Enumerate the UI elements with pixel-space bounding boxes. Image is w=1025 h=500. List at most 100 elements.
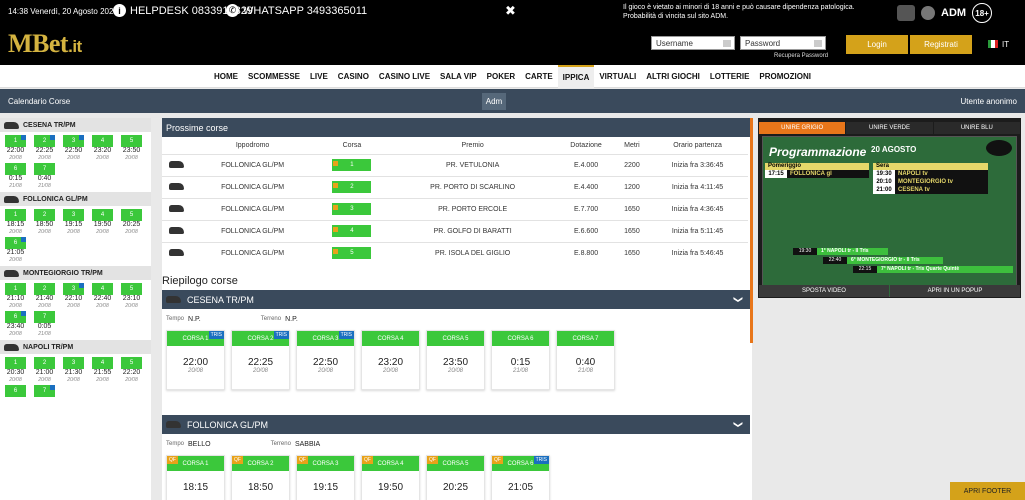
tv-footer-button[interactable]: SPOSTA VIDEO [759,285,889,297]
close-icon[interactable]: ✖ [505,3,516,19]
race-card[interactable]: QF CORSA 4 19:50 [361,455,420,500]
password-input[interactable]: Password [740,36,826,50]
race-cell[interactable]: 6 [5,385,26,397]
table-row[interactable]: FOLLONICA GL/PM 5 PR. ISOLA DEL GIGLIO E.8.… [162,241,748,264]
adm-button[interactable]: Adm [482,93,506,110]
race-number-button[interactable]: 2 [34,283,55,295]
race-number-button[interactable]: 6 [5,237,26,249]
nav-item-promozioni[interactable]: PROMOZIONI [754,65,816,88]
race-cell[interactable]: 2 21:00 20/08 [34,357,55,383]
race-cell[interactable]: 2 18:50 20/08 [34,209,55,235]
race-number-button[interactable]: 1 [5,209,26,221]
chevron-down-icon[interactable]: ❯ [733,296,744,304]
race-card[interactable]: CORSA 2 TRIS 22:25 20/08 [231,330,290,390]
nav-item-scommesse[interactable]: SCOMMESSE [243,65,305,88]
race-cell[interactable]: 6 0:15 21/08 [5,163,26,189]
race-cell[interactable]: 3 22:50 20/08 [63,135,84,161]
race-cell[interactable]: 2 21:40 20/08 [34,283,55,309]
race-button[interactable]: 1 [332,159,372,171]
race-cell[interactable]: 4 22:40 20/08 [92,283,113,309]
race-number-button[interactable]: 7 [34,163,55,175]
race-cell[interactable]: 4 23:20 20/08 [92,135,113,161]
race-number-button[interactable]: 4 [92,135,113,147]
username-input[interactable]: Username [651,36,735,50]
table-row[interactable]: FOLLONICA GL/PM 2 PR. PORTO DI SCARLINO E.4… [162,175,748,198]
meeting-header[interactable]: FOLLONICA GL/PM ❯ [162,415,750,434]
race-number-button[interactable]: 2 [34,135,55,147]
nav-item-lotterie[interactable]: LOTTERIE [705,65,755,88]
race-card[interactable]: CORSA 1 TRIS 22:00 20/08 [166,330,225,390]
race-cell[interactable]: 6 21:05 20/08 [5,237,26,263]
nav-item-home[interactable]: HOME [209,65,243,88]
race-cell[interactable]: 7 [34,385,55,397]
register-button[interactable]: Registrati [910,35,972,54]
race-number-button[interactable]: 5 [121,209,142,221]
race-cell[interactable]: 3 21:30 20/08 [63,357,84,383]
logo[interactable]: MBet.it [8,29,82,59]
recover-password-link[interactable]: Recupera Password [774,53,828,59]
race-number-button[interactable]: 5 [121,283,142,295]
tv-footer-button[interactable]: APRI IN UN POPUP [890,285,1020,297]
tv-tab[interactable]: UNIRE GRIGIO [759,122,846,134]
race-cell[interactable]: 4 21:55 20/08 [92,357,113,383]
race-button[interactable]: 5 [332,247,372,260]
calendar-meeting-header[interactable]: CESENA TR/PM [0,118,151,132]
race-number-button[interactable]: 4 [92,283,113,295]
race-card[interactable]: CORSA 7 0:40 21/08 [556,330,615,390]
race-number-button[interactable]: 7 [34,311,55,323]
race-cell[interactable]: 6 23:40 20/08 [5,311,26,337]
race-cell[interactable]: 7 0:40 21/08 [34,163,55,189]
race-card[interactable]: QF CORSA 6 TRIS 21:05 [491,455,550,500]
nav-item-sala-vip[interactable]: SALA VIP [435,65,482,88]
race-button[interactable]: 4 [332,225,372,237]
race-number-button[interactable]: 1 [5,283,26,295]
nav-item-casino-live[interactable]: CASINO LIVE [374,65,435,88]
nav-item-virtuali[interactable]: VIRTUALI [594,65,641,88]
race-number-button[interactable]: 5 [121,135,142,147]
race-card[interactable]: QF CORSA 5 20:25 [426,455,485,500]
race-number-button[interactable]: 2 [34,209,55,221]
race-button[interactable]: 2 [332,181,372,193]
language-label[interactable]: IT [1002,40,1009,49]
tv-tab[interactable]: UNIRE BLU [933,122,1020,134]
race-number-button[interactable]: 3 [63,283,84,295]
calendar-title[interactable]: Calendario Corse [8,97,70,106]
race-card[interactable]: QF CORSA 1 18:15 [166,455,225,500]
race-cell[interactable]: 2 22:25 20/08 [34,135,55,161]
race-number-button[interactable]: 4 [92,209,113,221]
race-cell[interactable]: 1 22:00 20/08 [5,135,26,161]
nav-item-poker[interactable]: POKER [482,65,520,88]
nav-item-live[interactable]: LIVE [305,65,333,88]
race-number-button[interactable]: 6 [5,385,26,397]
calendar-meeting-header[interactable]: MONTEGIORGIO TR/PM [0,266,151,280]
nav-item-carte[interactable]: CARTE [520,65,558,88]
race-number-button[interactable]: 6 [5,163,26,175]
race-cell[interactable]: 5 22:20 20/08 [121,357,142,383]
race-card[interactable]: CORSA 6 0:15 21/08 [491,330,550,390]
race-card[interactable]: CORSA 4 23:20 20/08 [361,330,420,390]
race-card[interactable]: CORSA 5 23:50 20/08 [426,330,485,390]
table-row[interactable]: FOLLONICA GL/PM 1 PR. VETULONIA E.4.000 2200… [162,153,748,176]
race-cell[interactable]: 1 18:15 20/08 [5,209,26,235]
race-number-button[interactable]: 1 [5,135,26,147]
race-number-button[interactable]: 3 [63,209,84,221]
race-number-button[interactable]: 4 [92,357,113,369]
scroll-indicator[interactable] [750,118,753,343]
race-number-button[interactable]: 6 [5,311,26,323]
nav-item-ippica[interactable]: IPPICA [557,64,595,88]
race-button[interactable]: 3 [332,203,372,215]
race-number-button[interactable]: 5 [121,357,142,369]
chevron-down-icon[interactable]: ❯ [733,421,744,429]
race-number-button[interactable]: 2 [34,357,55,369]
race-cell[interactable]: 1 20:30 20/08 [5,357,26,383]
race-card[interactable]: QF CORSA 2 18:50 [231,455,290,500]
nav-item-casino[interactable]: CASINO [333,65,374,88]
race-cell[interactable]: 3 19:15 20/08 [63,209,84,235]
race-card[interactable]: QF CORSA 3 19:15 [296,455,355,500]
open-footer-button[interactable]: APRI FOOTER [950,482,1025,500]
italy-flag-icon[interactable] [988,40,998,48]
race-cell[interactable]: 3 22:10 20/08 [63,283,84,309]
race-card[interactable]: CORSA 3 TRIS 22:50 20/08 [296,330,355,390]
race-cell[interactable]: 5 23:50 20/08 [121,135,142,161]
race-cell[interactable]: 7 0:05 21/08 [34,311,55,337]
